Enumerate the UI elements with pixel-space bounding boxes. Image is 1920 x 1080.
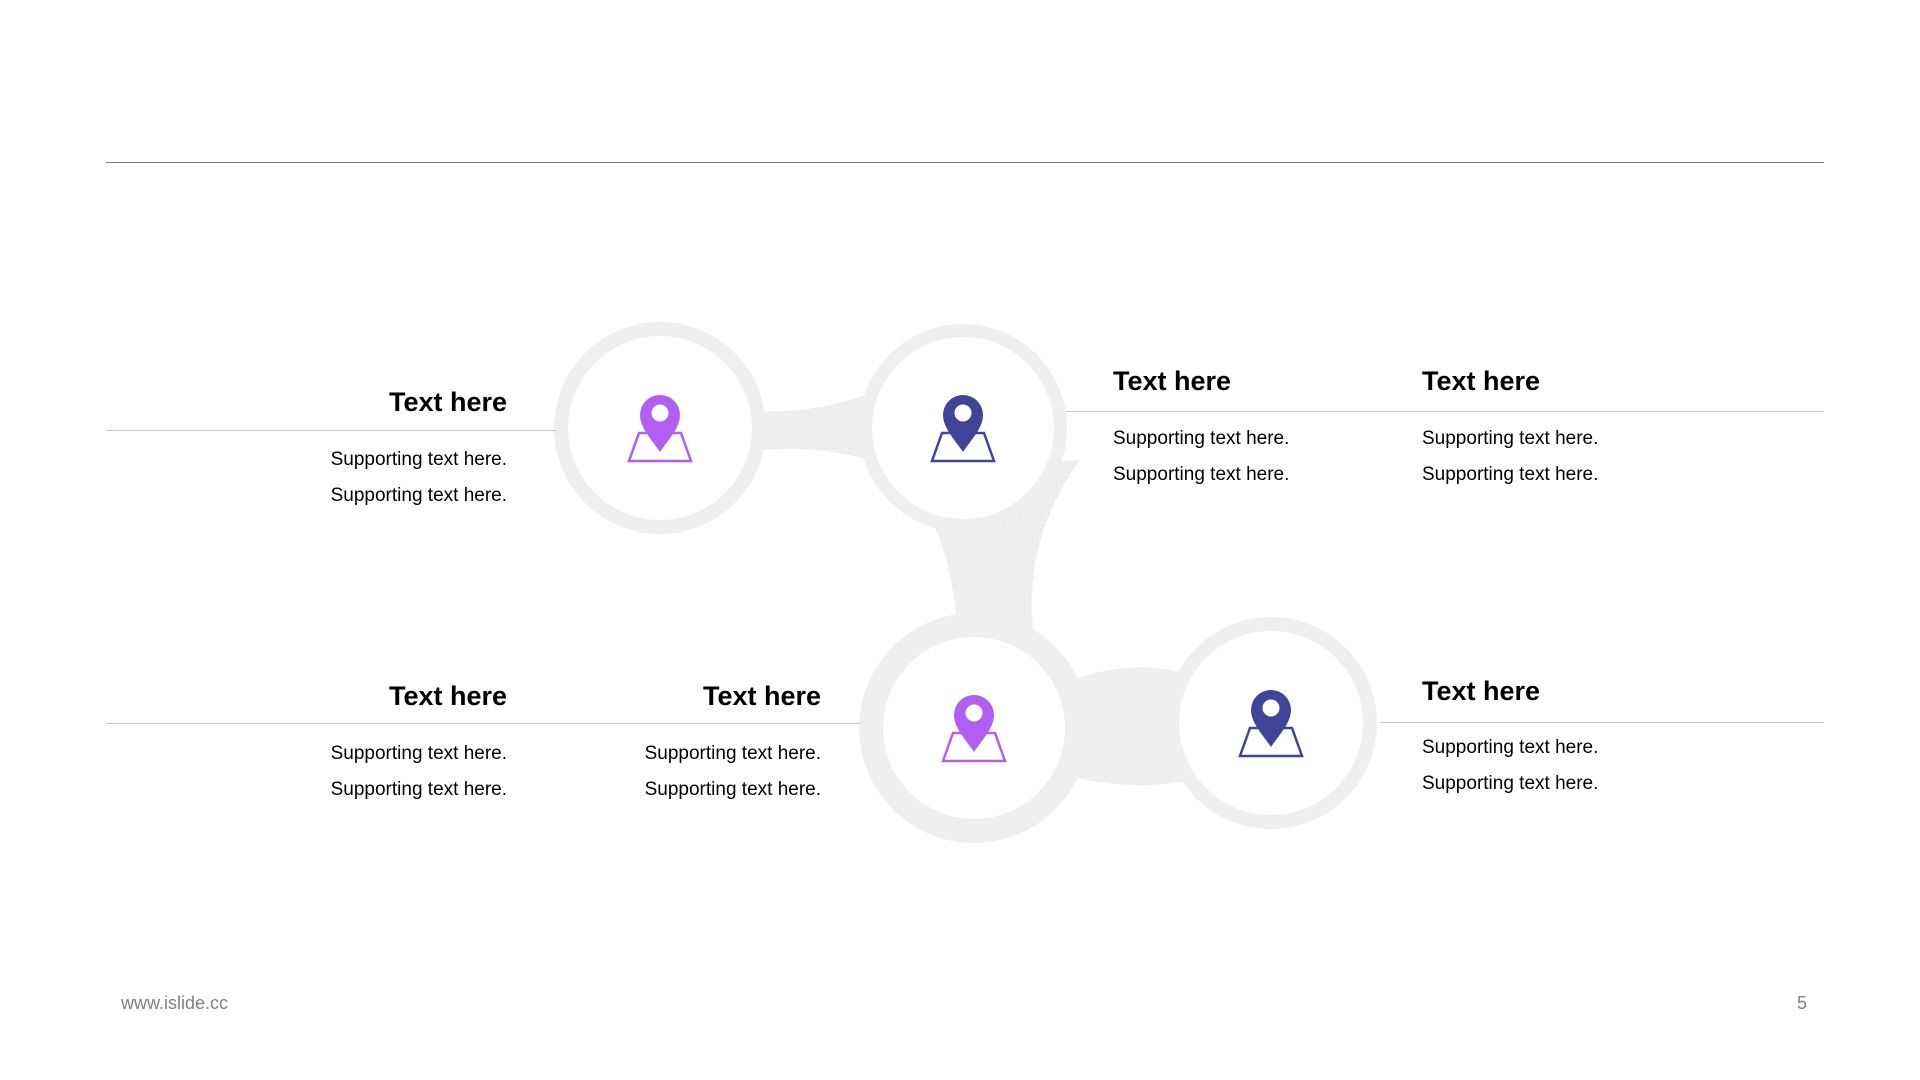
block-4-title: Text here (388, 681, 507, 711)
block-3-line-2: Supporting text here. (1422, 464, 1599, 485)
block-1-title: Text here (388, 387, 507, 417)
block-4-line-2: Supporting text here. (330, 779, 507, 800)
block-2-line-1: Supporting text here. (1113, 428, 1290, 449)
block-3-title: Text here (1422, 366, 1541, 396)
block-3-line-1: Supporting text here. (1422, 428, 1599, 449)
connector-diagram (554, 322, 1377, 843)
rule-block-2 (1066, 411, 1824, 412)
rule-block-3 (106, 723, 861, 724)
block-6-line-2: Supporting text here. (1422, 773, 1599, 794)
block-6-line-1: Supporting text here. (1422, 737, 1599, 758)
block-2-line-2: Supporting text here. (1113, 464, 1290, 485)
block-6-title: Text here (1422, 676, 1541, 706)
block-5-line-2: Supporting text here. (644, 779, 821, 800)
block-5-line-1: Supporting text here. (644, 743, 821, 764)
rule-block-6 (1380, 722, 1824, 723)
block-1-line-2: Supporting text here. (330, 485, 507, 506)
rule-block-1 (106, 430, 556, 431)
block-2-title: Text here (1113, 366, 1232, 396)
footer-website[interactable]: www.islide.cc (121, 993, 228, 1014)
block-5-title: Text here (702, 681, 821, 711)
block-4-line-1: Supporting text here. (330, 743, 507, 764)
page-number: 5 (1797, 993, 1808, 1013)
block-1-line-1: Supporting text here. (330, 449, 507, 470)
